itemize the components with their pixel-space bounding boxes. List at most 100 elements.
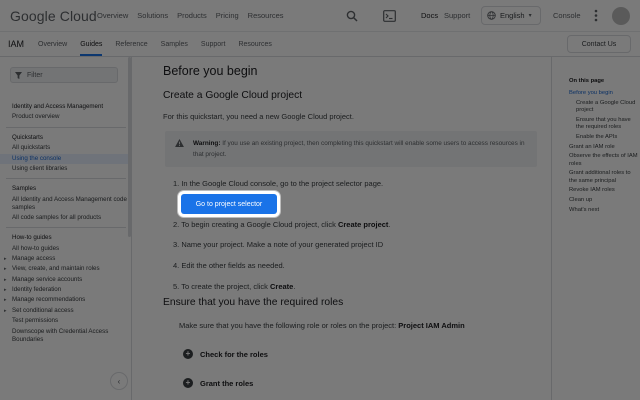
plus-icon: + <box>183 378 193 388</box>
toc-item[interactable]: Enable the APIs <box>569 134 639 141</box>
expand-arrow-icon[interactable]: ▸ <box>4 295 7 305</box>
sidebar-item[interactable]: ▸ View, create, and maintain roles <box>0 264 131 274</box>
tab-resources[interactable]: Resources <box>238 41 271 56</box>
plus-icon: + <box>183 349 193 359</box>
sidebar-item[interactable]: ▸ Manage access <box>0 254 131 264</box>
warning-callout: Warning: If you use an existing project,… <box>165 131 537 167</box>
step-3: 3. Name your project. Make a note of you… <box>173 240 384 249</box>
warning-icon <box>175 139 184 147</box>
sidebar-scrollbar[interactable] <box>128 57 131 237</box>
avatar[interactable] <box>612 7 630 25</box>
page-title: Before you begin <box>163 64 258 78</box>
top-header: Google Cloud Overview Solutions Products… <box>0 0 640 32</box>
tab-support[interactable]: Support <box>201 41 226 56</box>
expand-arrow-icon[interactable]: ▸ <box>4 254 7 264</box>
console-link[interactable]: Console <box>553 11 581 20</box>
step-4: 4. Edit the other fields as needed. <box>173 261 285 270</box>
sidebar-item-label: Quickstarts <box>12 133 43 141</box>
sidebar-section-heading: Samples <box>0 184 131 194</box>
sidebar-item-label: All Identity and Access Management code … <box>12 195 127 211</box>
tab-reference[interactable]: Reference <box>115 41 147 56</box>
toc-item[interactable]: Revoke IAM roles <box>569 187 639 194</box>
warning-label: Warning: <box>193 140 221 147</box>
toc-item[interactable]: Clean up <box>569 197 639 204</box>
sidebar-item-label: All code samples for all products <box>12 213 102 221</box>
sidebar-item-label: All how-to guides <box>12 244 60 252</box>
search-icon[interactable] <box>346 10 358 22</box>
step-5: 5. To create the project, click Create. <box>173 282 295 291</box>
tab-samples[interactable]: Samples <box>161 41 188 56</box>
globe-icon <box>487 11 496 20</box>
expand-arrow-icon[interactable]: ▸ <box>4 285 7 295</box>
expand-arrow-icon[interactable]: ▸ <box>4 306 7 316</box>
sidebar-item[interactable]: ▸ Set conditional access <box>0 306 131 316</box>
toc-item[interactable]: Observe the effects of IAM roles <box>569 153 639 167</box>
nav-solutions[interactable]: Solutions <box>137 11 168 20</box>
step-2: 2. To begin creating a Google Cloud proj… <box>173 220 391 229</box>
sidebar-item-label: Downscope with Credential Access Boundar… <box>12 327 109 343</box>
toc-item[interactable]: Grant additional roles to the same princ… <box>569 170 639 184</box>
grant-roles-label: Grant the roles <box>200 378 254 388</box>
go-to-project-selector-button[interactable]: Go to project selector <box>181 194 277 214</box>
sidebar-section-heading: Identity and Access Management <box>0 102 131 112</box>
nav-resources[interactable]: Resources <box>248 11 284 20</box>
sidebar-item[interactable]: All how-to guides <box>0 244 131 254</box>
product-tabs: Overview Guides Reference Samples Suppor… <box>38 41 285 56</box>
sidebar-divider <box>6 178 126 180</box>
sidebar-item-label: All quickstarts <box>12 144 51 152</box>
google-cloud-logo[interactable]: Google Cloud <box>10 8 97 24</box>
left-sidebar: Filter Identity and Access Management Pro… <box>0 57 132 400</box>
table-of-contents: On this page Before you begin Create a Go… <box>551 57 640 400</box>
nav-overview[interactable]: Overview <box>97 11 128 20</box>
sidebar-item[interactable]: All code samples for all products <box>0 213 131 223</box>
docs-link[interactable]: Docs <box>421 11 438 20</box>
roles-text-body: Make sure that you have the following ro… <box>179 321 399 330</box>
warning-text: If you use an existing project, then com… <box>193 140 525 158</box>
filter-placeholder: Filter <box>27 71 43 79</box>
product-name[interactable]: IAM <box>8 39 24 49</box>
language-selector[interactable]: English ▾ <box>481 6 541 25</box>
check-roles-expander[interactable]: + Check for the roles <box>183 349 268 359</box>
roles-text: Make sure that you have the following ro… <box>179 321 465 330</box>
more-vert-icon[interactable] <box>594 9 598 22</box>
expand-arrow-icon[interactable]: ▸ <box>4 264 7 274</box>
sidebar-nav: Identity and Access Management Product ov… <box>0 102 131 345</box>
sidebar-item[interactable]: Using client libraries <box>0 164 131 174</box>
sidebar-item-label: How-to guides <box>12 234 52 242</box>
sidebar-item[interactable]: Using the console <box>0 153 131 164</box>
toc-item[interactable]: Ensure that you have the required roles <box>569 117 639 131</box>
toc-item[interactable]: What's next <box>569 207 639 214</box>
sidebar-section-heading: Quickstarts <box>0 133 131 143</box>
toc-item[interactable]: Create a Google Cloud project <box>569 100 639 114</box>
grant-roles-expander[interactable]: + Grant the roles <box>183 378 253 388</box>
cloud-shell-icon[interactable] <box>383 10 396 22</box>
tab-guides[interactable]: Guides <box>80 41 103 56</box>
contact-us-button[interactable]: Contact Us <box>567 35 631 53</box>
toc-item[interactable]: Grant an IAM role <box>569 144 639 151</box>
filter-input[interactable]: Filter <box>10 67 118 83</box>
sidebar-item-label: View, create, and maintain roles <box>12 265 100 273</box>
collapse-sidebar-button[interactable]: ‹ <box>110 372 128 390</box>
create-term: Create <box>270 282 294 291</box>
sidebar-divider <box>6 126 126 128</box>
filter-icon <box>15 71 22 79</box>
support-link[interactable]: Support <box>444 11 470 20</box>
sidebar-item[interactable]: All Identity and Access Management code … <box>0 195 131 213</box>
toc-item[interactable]: Before you begin <box>569 90 639 97</box>
nav-pricing[interactable]: Pricing <box>216 11 239 20</box>
nav-products[interactable]: Products <box>177 11 207 20</box>
sidebar-item[interactable]: All quickstarts <box>0 143 131 153</box>
sidebar-item[interactable]: Product overview <box>0 112 131 122</box>
sidebar-item-label: Manage service accounts <box>12 275 83 283</box>
tab-overview[interactable]: Overview <box>38 41 67 56</box>
sidebar-item[interactable]: Downscope with Credential Access Boundar… <box>0 327 131 345</box>
sidebar-item-label: Product overview <box>12 113 60 121</box>
sidebar-item[interactable]: Test permissions <box>0 316 131 326</box>
sidebar-item[interactable]: ▸ Manage recommendations <box>0 295 131 305</box>
sidebar-item-label: Test permissions <box>12 317 59 325</box>
expand-arrow-icon[interactable]: ▸ <box>4 275 7 285</box>
sidebar-item-label: Set conditional access <box>12 306 74 314</box>
sidebar-item[interactable]: ▸ Identity federation <box>0 285 131 295</box>
toc-list: Before you begin Create a Google Cloud pr… <box>569 90 639 217</box>
sidebar-item[interactable]: ▸ Manage service accounts <box>0 275 131 285</box>
